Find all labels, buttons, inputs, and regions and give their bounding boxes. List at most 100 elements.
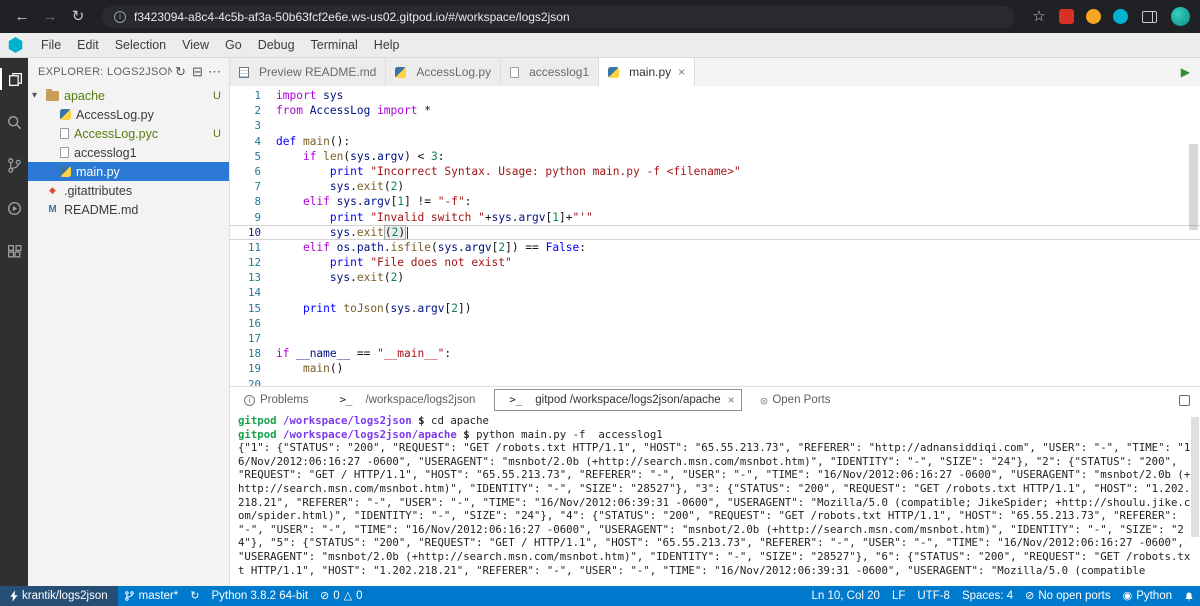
menu-view[interactable]: View (174, 35, 217, 55)
circleSlash-icon: ⊘ (1025, 589, 1035, 602)
panel-tab-label: gitpod /workspace/logs2json/apache (535, 394, 721, 406)
panel-tab-open-ports[interactable]: ◎ Open Ports (757, 392, 835, 409)
tree-item-main-py[interactable]: main.py (28, 162, 229, 181)
text-cursor (407, 226, 409, 239)
code-text: main() (302, 362, 344, 376)
extensions-icon[interactable] (0, 240, 28, 262)
terminal-icon: >_ (339, 393, 353, 407)
markdown-icon: M (48, 204, 57, 215)
terminal-output: {"1": {"STATUS": "200", "REQUEST": "GET … (238, 441, 1191, 577)
problems-counts[interactable]: ⊘ 0 △ 0 (314, 586, 369, 606)
code-text: import sys (276, 89, 344, 102)
problems-icon: i (244, 394, 255, 406)
file-encoding[interactable]: UTF-8 (911, 586, 956, 606)
back-icon[interactable]: ← (10, 9, 34, 24)
terminal[interactable]: gitpod /workspace/logs2json $ cd apache g… (230, 413, 1200, 586)
terminal-scrollbar[interactable] (1191, 417, 1199, 537)
more-actions-icon[interactable]: ⋯ (206, 64, 223, 80)
tab-preview-readme-md[interactable]: Preview README.md (230, 58, 387, 86)
close-icon[interactable]: × (728, 393, 735, 407)
line-number: 12 (247, 256, 261, 270)
source-control-icon[interactable] (0, 154, 28, 176)
status-label: krantik/logs2json (22, 590, 108, 602)
menu-selection[interactable]: Selection (107, 35, 174, 55)
menu-edit[interactable]: Edit (69, 35, 107, 55)
run-button[interactable]: ▶ (1171, 58, 1200, 86)
explorer-icon[interactable] (0, 68, 28, 90)
close-icon[interactable]: × (678, 65, 685, 79)
editor-scrollbar[interactable] (1189, 144, 1198, 230)
code-text: if len(sys.argv) < 3: (302, 149, 445, 163)
terminal-prompt-line: gitpod /workspace/logs2json/apache $ pyt… (238, 427, 663, 441)
code-text: print "Incorrect Syntax. Usage: python m… (329, 164, 741, 178)
tree-item-apache[interactable]: ▾ apache U (28, 86, 229, 105)
code-line-11: 11 elif os.path.isfile(sys.argv[2]) == F… (230, 240, 1200, 255)
tab-accesslog1[interactable]: accesslog1 (501, 58, 600, 86)
browser-toolbar: ← → ↻ i f3423094-a8c4-4c5b-af3a-50b63fcf… (0, 0, 1200, 33)
file-label: .gitattributes (64, 183, 133, 198)
code-line-9: 9 print "Invalid switch "+sys.argv[1]+"'… (230, 210, 1200, 225)
line-number: 19 (247, 362, 261, 376)
profile-avatar[interactable] (1171, 7, 1190, 26)
menu-help[interactable]: Help (366, 35, 408, 55)
code-editor[interactable]: 1 import sys 2 from AccessLog import * 3 4 def… (230, 86, 1200, 386)
site-info-icon[interactable]: i (114, 10, 126, 23)
extension-icon-teal[interactable] (1113, 9, 1128, 24)
menu-debug[interactable]: Debug (250, 35, 303, 55)
git-branch-indicator[interactable]: master* (118, 586, 185, 606)
git-status-badge: U (213, 89, 221, 102)
line-number: 8 (254, 195, 261, 209)
panel-tab-gitpod-workspace-logs2json-apache[interactable]: >_ gitpod /workspace/logs2json/apache × (494, 389, 742, 411)
tree-item-accesslog1[interactable]: accesslog1 (28, 143, 229, 162)
python-language-status[interactable]: ◉ Python (1117, 586, 1178, 606)
menu-file[interactable]: File (33, 35, 69, 55)
menu-terminal[interactable]: Terminal (303, 35, 366, 55)
code-line-8: 8 elif sys.argv[1] != "-f": (230, 194, 1200, 209)
panel-tab-label: Open Ports (772, 394, 831, 406)
cursor-position[interactable]: Ln 10, Col 20 (806, 586, 886, 606)
refresh-icon[interactable]: ↻ (172, 64, 189, 80)
debug-icon[interactable] (0, 197, 28, 219)
address-bar[interactable]: i f3423094-a8c4-4c5b-af3a-50b63fcf2e6e.w… (102, 5, 1015, 28)
eol-sequence[interactable]: LF (886, 586, 911, 606)
panel-layout-icon[interactable] (1179, 394, 1190, 406)
code-line-10: 10 sys.exit(2) (230, 224, 1200, 240)
code-line-16: 16 (230, 316, 1200, 331)
extension-icon-orange[interactable] (1086, 9, 1101, 24)
remote-indicator[interactable]: krantik/logs2json (0, 586, 118, 606)
line-number: 13 (247, 271, 261, 285)
status-label: Ln 10, Col 20 (811, 590, 880, 602)
collapse-all-icon[interactable]: ⊟ (189, 64, 206, 80)
tree-item-accesslog-pyc[interactable]: AccessLog.pyc U (28, 124, 229, 143)
open-ports[interactable]: ⊘ No open ports (1019, 586, 1116, 606)
tree-item-readme-md[interactable]: M README.md (28, 200, 229, 219)
line-number: 3 (254, 119, 261, 133)
file-label: AccessLog.py (76, 107, 154, 122)
menu-go[interactable]: Go (217, 35, 250, 55)
extension-icon-red[interactable] (1059, 9, 1074, 24)
search-icon[interactable] (0, 111, 28, 133)
tree-item-accesslog-py[interactable]: AccessLog.py (28, 105, 229, 124)
tab-main-py[interactable]: main.py × (599, 58, 696, 86)
line-number: 18 (247, 347, 261, 361)
panel-tab-problems[interactable]: i Problems (240, 392, 313, 408)
tree-item-gitattributes[interactable]: ◆ .gitattributes (28, 181, 229, 200)
bookmark-star-icon[interactable]: ☆ (1027, 9, 1051, 24)
forward-icon[interactable]: → (38, 9, 62, 24)
sync-changes-button[interactable]: ↻ (184, 586, 205, 606)
gitpod-logo-icon[interactable] (8, 37, 23, 53)
code-line-18: 18 if __name__ == "__main__": (230, 346, 1200, 361)
panel-tab-workspace-logs2json[interactable]: >_ /workspace/logs2json (328, 390, 480, 410)
python-icon (60, 166, 71, 177)
tab-accesslog-py[interactable]: AccessLog.py (386, 58, 502, 86)
panel-tab-label: Problems (260, 394, 309, 406)
side-panel-icon[interactable] (1142, 10, 1157, 23)
status-bar-left: krantik/logs2json master* ↻ Python 3.8.2 64… (0, 586, 369, 606)
error-icon: ⊘ (320, 589, 330, 602)
python-interpreter[interactable]: Python 3.8.2 64-bit (206, 586, 315, 606)
reload-icon[interactable]: ↻ (66, 9, 90, 24)
menu-items: File Edit Selection View Go Debug Terminal Help (33, 35, 408, 55)
indentation[interactable]: Spaces: 4 (956, 586, 1019, 606)
tab-bar-spacer (695, 58, 1171, 86)
notifications-bell[interactable] (1178, 586, 1200, 606)
